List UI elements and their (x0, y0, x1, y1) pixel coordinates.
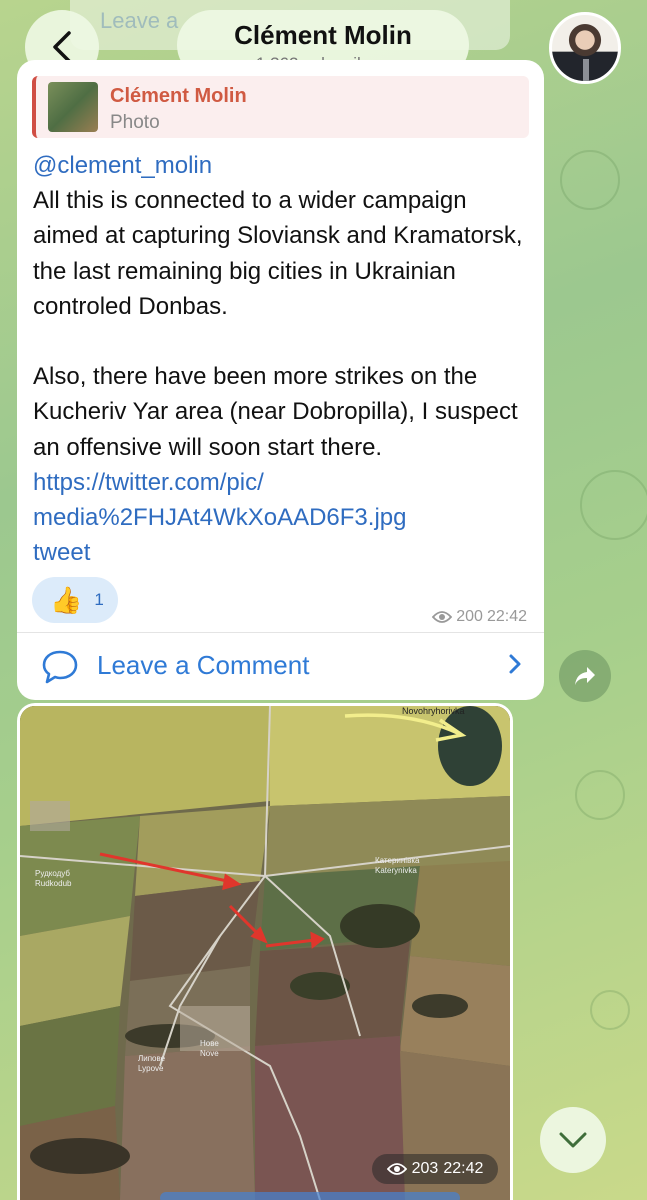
reply-author: Clément Molin (110, 85, 247, 107)
chevron-right-icon (509, 654, 521, 674)
reply-type: Photo (110, 112, 160, 133)
scroll-down-button[interactable] (540, 1107, 606, 1173)
view-count: 200 (456, 608, 483, 625)
photo-meta: 203 22:42 (372, 1154, 498, 1184)
photo-view-count: 203 (411, 1160, 439, 1177)
photo-message[interactable]: Novohryhorivka Рудкодуб Rudkodub Катерин… (17, 703, 513, 1200)
leave-comment-button[interactable]: Leave a Comment (17, 633, 544, 700)
leave-comment-label: Leave a Comment (97, 650, 310, 680)
twitter-link-line1[interactable]: https://twitter.com/pic/ (33, 469, 264, 496)
map-label-left-2: Rudkodub (35, 879, 72, 888)
message-meta: 200 22:42 (432, 608, 527, 626)
message-body: All this is connected to a wider campaig… (33, 187, 523, 461)
chevron-down-icon (559, 1132, 587, 1148)
tweet-link[interactable]: tweet (33, 539, 90, 566)
message-time: 22:42 (486, 608, 527, 625)
channel-name: Clément Molin (234, 20, 412, 50)
message-text: @clement_molin All this is connected to … (33, 148, 533, 570)
share-icon (575, 667, 595, 685)
map-label-south-1: Липове (138, 1054, 166, 1063)
satellite-map-image[interactable]: Novohryhorivka Рудкодуб Rudkodub Катерин… (20, 706, 510, 1200)
map-label-center-2: Nove (200, 1049, 219, 1058)
map-label-center-1: Нове (200, 1039, 219, 1048)
map-label-right-1: Катеринівка (375, 856, 420, 865)
bottom-comment-bar (160, 1192, 460, 1200)
message-bubble: Clément Molin Photo @clement_molin All t… (17, 60, 544, 700)
thumbs-up-icon: 👍 (50, 584, 83, 615)
mention-link[interactable]: @clement_molin (33, 152, 212, 179)
previous-comment-label: Leave a (100, 8, 179, 33)
comment-bubble-icon (42, 650, 78, 684)
eye-icon (432, 611, 453, 623)
map-label-top: Novohryhorivka (402, 706, 465, 716)
eye-icon (386, 1163, 407, 1175)
map-label-south-2: Lypove (138, 1064, 164, 1073)
reaction-chip[interactable]: 👍 1 (32, 577, 118, 623)
reply-preview[interactable]: Clément Molin Photo (32, 76, 529, 138)
reply-thumbnail (48, 82, 98, 132)
share-button[interactable] (559, 650, 611, 702)
map-label-left-1: Рудкодуб (35, 869, 70, 878)
reaction-count: 1 (94, 590, 104, 609)
photo-time: 22:42 (443, 1160, 484, 1177)
twitter-link-line2[interactable]: media%2FHJAt4WkXoAAD6F3.jpg (33, 504, 406, 531)
map-label-right-2: Katerynivka (375, 866, 417, 875)
channel-avatar[interactable] (549, 12, 621, 84)
back-arrow-icon (53, 31, 71, 63)
